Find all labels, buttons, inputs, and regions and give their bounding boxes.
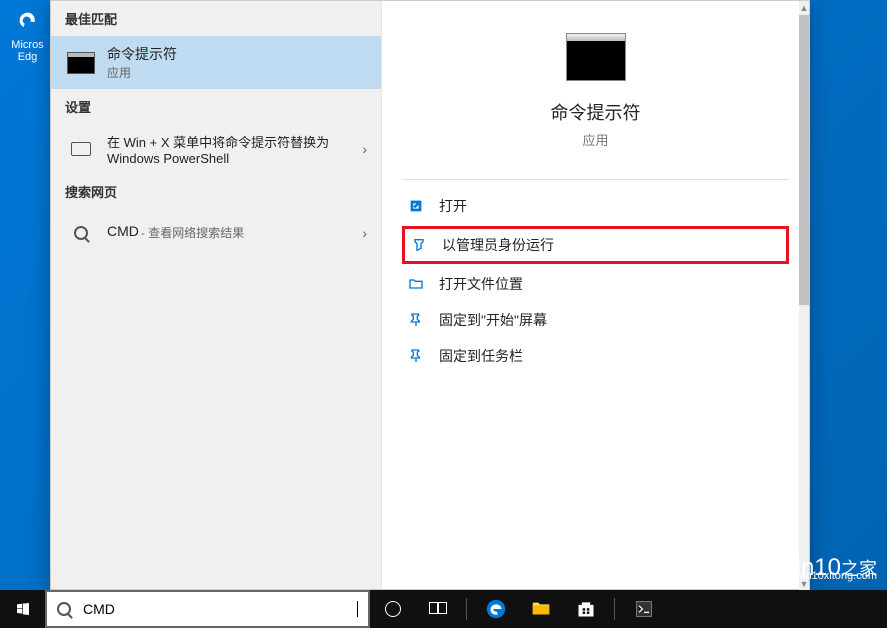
- windows-logo-icon: [15, 601, 31, 617]
- desktop-icon-edge[interactable]: Micros Edg: [5, 5, 50, 63]
- windows-logo-icon: [735, 553, 765, 583]
- text-cursor: [357, 601, 358, 617]
- desktop-icon-label: Micros Edg: [11, 39, 43, 63]
- section-web: 搜索网页: [51, 174, 381, 209]
- result-settings-winx[interactable]: 在 Win + X 菜单中将命令提示符替换为 Windows PowerShel…: [51, 124, 381, 174]
- action-label: 固定到任务栏: [439, 346, 523, 366]
- folder-icon: [530, 598, 552, 620]
- task-view-button[interactable]: [415, 590, 460, 628]
- chevron-right-icon: ›: [362, 225, 367, 241]
- taskbar-running-app[interactable]: [621, 590, 666, 628]
- action-run-as-admin[interactable]: 以管理员身份运行: [405, 229, 786, 261]
- taskview-icon: [429, 602, 447, 616]
- watermark-url: www.win10xitong.com: [769, 570, 877, 582]
- divider: [402, 179, 789, 180]
- result-title: 命令提示符: [107, 44, 367, 64]
- cortana-icon: [385, 601, 401, 617]
- pin-icon: [407, 347, 425, 365]
- taskbar-separator: [466, 598, 467, 620]
- scrollbar[interactable]: ▲ ▼: [799, 1, 809, 591]
- result-sub: - 查看网络搜索结果: [141, 223, 244, 243]
- section-best-match: 最佳匹配: [51, 1, 381, 36]
- action-label: 打开文件位置: [439, 274, 523, 294]
- app-icon: [634, 599, 654, 619]
- search-results-list: 最佳匹配 命令提示符 应用 设置 在 Win + X 菜单中将命令提示符替换为 …: [51, 1, 381, 589]
- scroll-track[interactable]: [799, 15, 809, 577]
- action-pin-to-taskbar[interactable]: 固定到任务栏: [392, 338, 799, 374]
- preview-cmd-icon: [566, 33, 626, 81]
- folder-icon: [407, 275, 425, 293]
- preview-title: 命令提示符: [392, 99, 799, 125]
- start-button[interactable]: [0, 590, 45, 628]
- pin-icon: [407, 311, 425, 329]
- action-label: 固定到"开始"屏幕: [439, 310, 547, 330]
- action-open[interactable]: 打开: [392, 188, 799, 224]
- result-cmd-app[interactable]: 命令提示符 应用: [51, 36, 381, 89]
- monitor-icon: [65, 133, 97, 165]
- search-icon: [65, 217, 97, 249]
- store-icon: [576, 599, 596, 619]
- result-title: CMD: [107, 223, 139, 243]
- action-pin-to-start[interactable]: 固定到"开始"屏幕: [392, 302, 799, 338]
- edge-icon: [12, 5, 44, 37]
- scroll-thumb[interactable]: [799, 15, 809, 305]
- admin-icon: [410, 236, 428, 254]
- taskbar-pinned-edge[interactable]: [473, 590, 518, 628]
- edge-icon: [485, 598, 507, 620]
- preview-sub: 应用: [392, 130, 799, 149]
- action-label: 打开: [439, 196, 467, 216]
- search-preview-pane: 命令提示符 应用 打开 以管理员身份运行 打开文件位置: [381, 1, 809, 589]
- chevron-right-icon: ›: [362, 141, 367, 157]
- section-settings: 设置: [51, 89, 381, 124]
- open-icon: [407, 197, 425, 215]
- search-icon: [57, 602, 71, 616]
- start-search-panel: 最佳匹配 命令提示符 应用 设置 在 Win + X 菜单中将命令提示符替换为 …: [50, 0, 810, 590]
- taskbar-pinned-store[interactable]: [563, 590, 608, 628]
- scroll-up-button[interactable]: ▲: [799, 1, 809, 15]
- result-title: 在 Win + X 菜单中将命令提示符替换为 Windows PowerShel…: [107, 132, 362, 166]
- search-input[interactable]: [83, 601, 357, 617]
- action-open-file-location[interactable]: 打开文件位置: [392, 266, 799, 302]
- taskbar: [0, 590, 887, 628]
- taskbar-search-box[interactable]: [45, 590, 370, 628]
- cmd-icon: [65, 47, 97, 79]
- action-label: 以管理员身份运行: [442, 235, 554, 255]
- highlight-annotation: 以管理员身份运行: [402, 226, 789, 264]
- cortana-button[interactable]: [370, 590, 415, 628]
- result-sub: 应用: [107, 64, 367, 81]
- taskbar-pinned-explorer[interactable]: [518, 590, 563, 628]
- taskbar-separator: [614, 598, 615, 620]
- result-web-cmd[interactable]: CMD - 查看网络搜索结果 ›: [51, 209, 381, 257]
